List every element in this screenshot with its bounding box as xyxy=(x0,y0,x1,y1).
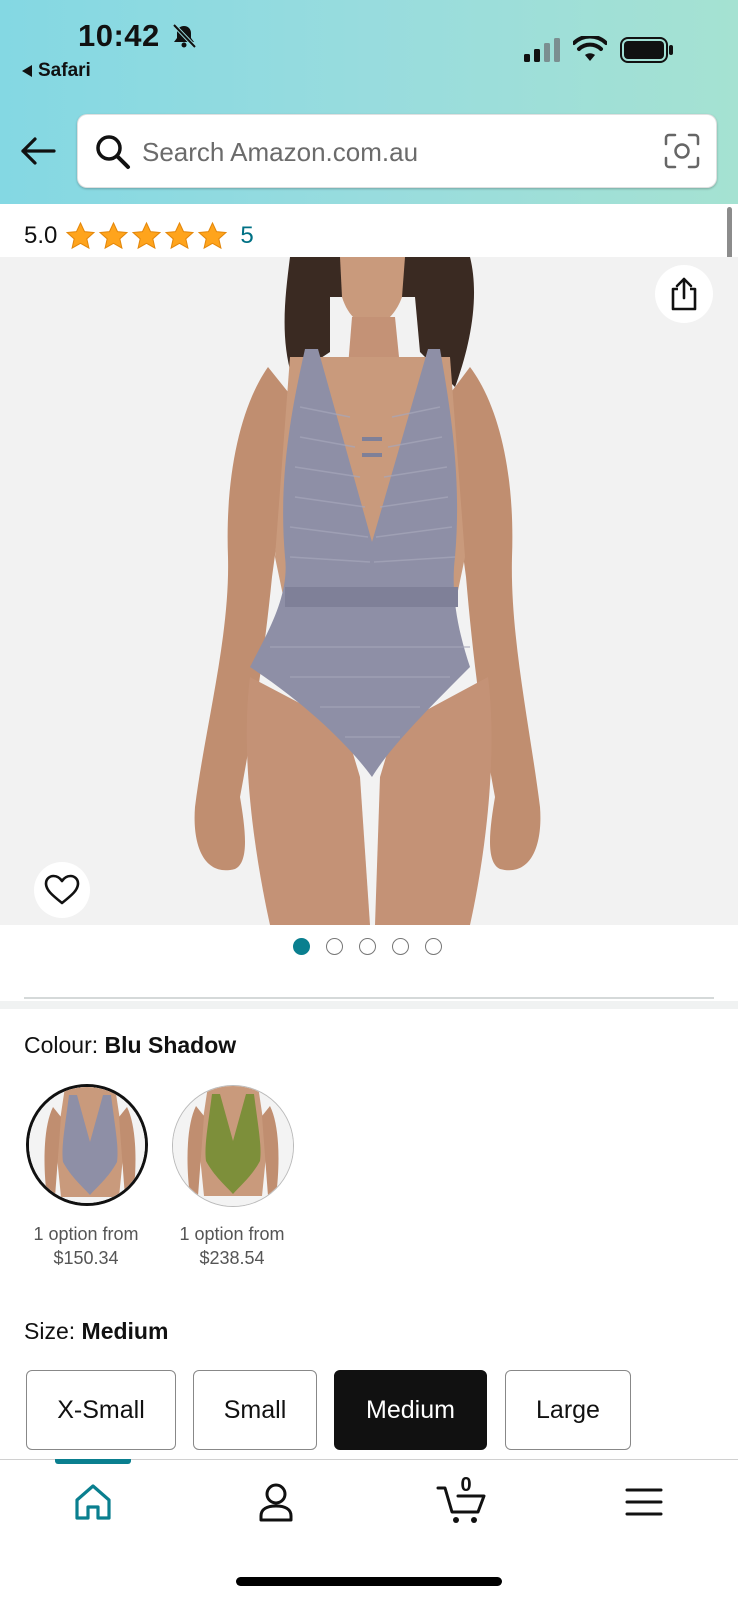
size-button-medium[interactable]: Medium xyxy=(334,1370,487,1450)
rating-score: 5.0 xyxy=(24,222,58,249)
wifi-icon xyxy=(573,36,607,61)
back-to-safari[interactable]: Safari xyxy=(22,60,91,82)
share-button[interactable] xyxy=(655,265,713,323)
back-triangle-icon xyxy=(22,65,32,77)
carousel-dot[interactable] xyxy=(425,938,442,955)
wishlist-button[interactable] xyxy=(34,862,90,918)
status-time: 10:42 xyxy=(78,18,160,53)
swatch-photo xyxy=(173,1086,293,1206)
cellular-signal-icon xyxy=(524,38,560,62)
star-icon xyxy=(132,221,162,249)
section-separator xyxy=(0,1001,738,1009)
colour-selected-value: Blu Shadow xyxy=(104,1032,237,1058)
back-app-label: Safari xyxy=(38,60,91,81)
swatch-photo xyxy=(29,1087,145,1203)
carousel-dot[interactable] xyxy=(392,938,409,955)
star-icon xyxy=(198,221,228,249)
menu-icon[interactable] xyxy=(620,1480,668,1524)
search-bar[interactable] xyxy=(77,114,717,188)
rating-row[interactable]: 5.0 5 xyxy=(24,218,254,254)
home-icon[interactable] xyxy=(69,1480,117,1524)
colour-swatch-green[interactable] xyxy=(172,1085,294,1207)
star-rating xyxy=(65,221,228,252)
size-label: Size: Medium xyxy=(24,1318,168,1345)
size-selected-value: Medium xyxy=(81,1318,169,1344)
heart-icon xyxy=(44,874,80,905)
search-icon xyxy=(96,135,130,169)
account-icon[interactable] xyxy=(252,1480,300,1524)
rating-count-link[interactable]: 5 xyxy=(240,222,253,250)
colour-option-1-text: 1 option from $150.34 xyxy=(6,1222,166,1270)
bell-slash-icon xyxy=(172,23,197,49)
home-indicator[interactable] xyxy=(236,1577,502,1586)
battery-icon xyxy=(620,37,673,63)
carousel-dot[interactable] xyxy=(326,938,343,955)
size-button-x-small[interactable]: X-Small xyxy=(26,1370,176,1450)
option-availability: 1 option from xyxy=(179,1224,285,1244)
size-button-large[interactable]: Large xyxy=(505,1370,631,1450)
option-price: $238.54 xyxy=(199,1248,265,1268)
star-icon xyxy=(165,221,195,249)
divider xyxy=(24,997,714,999)
colour-swatch-blu-shadow[interactable] xyxy=(26,1084,148,1206)
search-input[interactable] xyxy=(142,131,642,173)
star-icon xyxy=(99,221,129,249)
colour-label-prefix: Colour: xyxy=(24,1032,105,1058)
product-image[interactable] xyxy=(0,257,738,925)
size-label-prefix: Size: xyxy=(24,1318,82,1344)
option-availability: 1 option from xyxy=(33,1224,139,1244)
camera-scan-icon[interactable] xyxy=(662,131,702,171)
colour-option-2-text: 1 option from $238.54 xyxy=(152,1222,312,1270)
carousel-dot[interactable] xyxy=(293,938,310,955)
share-icon xyxy=(671,277,697,311)
size-button-small[interactable]: Small xyxy=(193,1370,317,1450)
active-tab-indicator xyxy=(55,1459,131,1464)
colour-label: Colour: Blu Shadow xyxy=(24,1032,236,1059)
star-icon xyxy=(66,221,96,249)
cart-count-badge: 0 xyxy=(460,1474,472,1496)
carousel-dots[interactable] xyxy=(293,938,442,955)
back-arrow-icon[interactable] xyxy=(20,136,56,166)
carousel-dot[interactable] xyxy=(359,938,376,955)
product-photo xyxy=(194,257,541,925)
option-price: $150.34 xyxy=(53,1248,119,1268)
